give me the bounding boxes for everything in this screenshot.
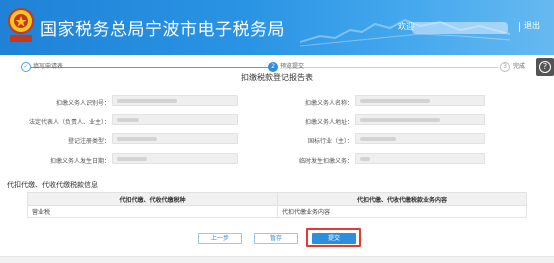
field-label-withholder-id: 扣缴义务人识别号：	[55, 100, 110, 107]
progress-line-pending	[286, 67, 498, 68]
field-label-legal-rep: 法定代表人（负责人、业主）：	[28, 119, 110, 126]
field-occurrence-date	[112, 153, 238, 164]
footer-band	[0, 256, 554, 263]
table-header-tax-type: 代扣代缴、代收代缴税种	[27, 192, 278, 206]
field-withholder-name	[355, 95, 485, 106]
step-2-label: 预览提交	[280, 63, 305, 70]
field-legal-rep	[112, 114, 238, 125]
table-header-row: 代扣代缴、代收代缴税种 代扣代缴、代收代缴税款业务内容	[27, 192, 527, 206]
section-title: 代扣代缴、代收代缴税款信息	[7, 181, 98, 189]
field-withholder-id	[112, 95, 238, 106]
prev-step-button[interactable]: 上一步	[198, 233, 242, 244]
field-withholder-address	[355, 114, 485, 125]
field-label-industry: 国标行业（主）：	[307, 138, 353, 145]
table-cell-tax-type: 营业税	[27, 205, 278, 218]
field-registration-type	[112, 133, 238, 144]
field-label-temporary-obligation: 临时发生扣缴义务：	[298, 158, 353, 165]
field-industry	[355, 133, 485, 144]
save-draft-button[interactable]: 暂存	[254, 233, 298, 244]
site-title: 国家税务总局宁波市电子税务局	[40, 20, 285, 40]
logout-link[interactable]: 退出	[524, 20, 540, 31]
header-banner: 国家税务总局宁波市电子税务局 欢迎 退出	[0, 0, 554, 55]
step-1-check-icon: ✓	[21, 62, 31, 72]
table-header-business-content: 代扣代缴、代收代缴税款业务内容	[277, 192, 527, 206]
step-1-label: 填写申请表	[33, 63, 64, 70]
user-greeting: 欢迎	[398, 22, 414, 31]
progress-line-done	[30, 67, 268, 68]
step-3-label: 完成	[513, 63, 526, 70]
table-cell-business-content: 代扣代缴业务内容	[277, 205, 527, 218]
field-label-withholder-name: 扣缴义务人名称：	[304, 100, 353, 107]
page: 国家税务总局宁波市电子税务局 欢迎 退出 ✓ 填写申请表 2 预览提交 3 完成…	[0, 0, 554, 263]
step-3-circle: 3	[500, 62, 510, 72]
field-temporary-obligation	[355, 153, 485, 164]
field-label-registration-type: 登记注册类型：	[67, 138, 110, 145]
form-title: 扣缴税款登记报告表	[241, 73, 313, 82]
user-name-redacted	[412, 22, 508, 34]
field-label-withholder-address: 扣缴义务人地址：	[304, 119, 353, 126]
header-divider	[519, 22, 520, 32]
submit-highlight-frame	[306, 228, 361, 247]
tax-items-table: 代扣代缴、代收代缴税种 代扣代缴、代收代缴税款业务内容 营业税 代扣代缴业务内容	[27, 192, 527, 218]
step-2-circle: 2	[268, 62, 278, 72]
tax-emblem-icon	[6, 7, 36, 45]
field-label-occurrence-date: 扣缴义务人发生日期：	[49, 158, 110, 165]
table-row: 营业税 代扣代缴业务内容	[27, 205, 527, 218]
